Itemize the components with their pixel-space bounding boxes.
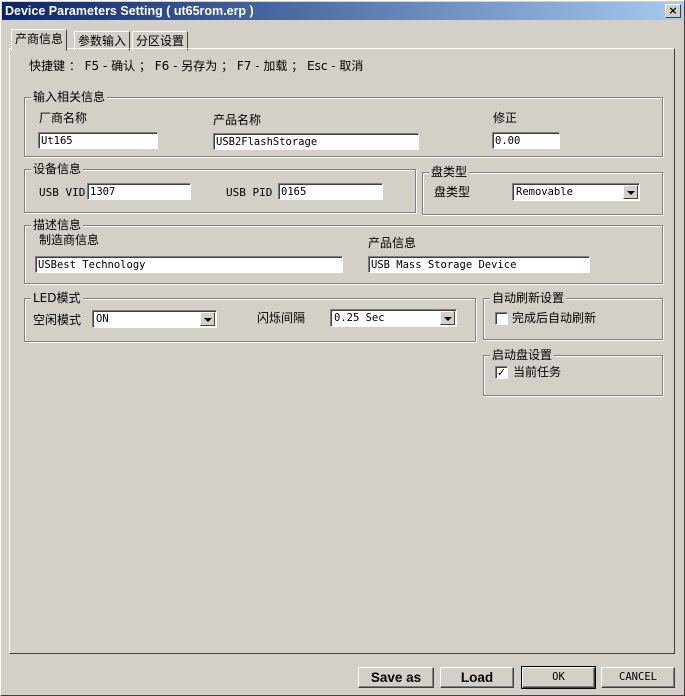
blink-interval-select[interactable]: 0.25 Sec: [330, 309, 457, 327]
idle-mode-label: 空闲模式: [33, 313, 82, 327]
usb-pid-field[interactable]: 0165: [278, 183, 383, 200]
device-info-legend: 设备信息: [31, 162, 84, 176]
chevron-down-icon[interactable]: [623, 185, 638, 199]
idle-mode-select[interactable]: ON: [92, 310, 217, 328]
disk-type-select[interactable]: Removable: [512, 183, 640, 201]
idle-mode-value: ON: [96, 313, 109, 325]
boot-disk-group: 启动盘设置: [483, 348, 663, 396]
disk-type-legend: 盘类型: [429, 165, 470, 179]
product-info-label: 产品信息: [368, 236, 417, 250]
current-task-label: 当前任务: [513, 365, 562, 379]
product-name-label: 产品名称: [213, 113, 262, 127]
vendor-name-label: 厂商名称: [39, 111, 88, 125]
led-mode-legend: LED模式: [31, 291, 83, 305]
chevron-down-icon[interactable]: [200, 312, 215, 326]
load-button[interactable]: Load: [440, 667, 514, 688]
input-info-legend: 输入相关信息: [31, 90, 108, 104]
tab-vendor-info[interactable]: 产商信息: [11, 29, 68, 51]
usb-pid-label: USB PID: [226, 186, 273, 199]
disk-type-value: Removable: [516, 186, 573, 198]
usb-vid-field[interactable]: 1307: [87, 183, 191, 200]
vendor-name-field[interactable]: Ut165: [38, 132, 158, 149]
revision-label: 修正: [493, 111, 518, 125]
auto-refresh-label: 完成后自动刷新: [512, 311, 597, 325]
manufacturer-label: 制造商信息: [39, 233, 100, 247]
blink-interval-label: 闪烁间隔: [257, 311, 306, 325]
auto-refresh-legend: 自动刷新设置: [490, 291, 567, 305]
manufacturer-field[interactable]: USBest Technology: [35, 256, 343, 273]
cancel-button[interactable]: CANCEL: [601, 667, 675, 688]
title-bar[interactable]: Device Parameters Setting ( ut65rom.erp …: [2, 2, 683, 20]
revision-field[interactable]: 0.00: [492, 132, 560, 149]
description-legend: 描述信息: [31, 218, 84, 232]
window-title: Device Parameters Setting ( ut65rom.erp …: [5, 4, 254, 18]
product-name-field[interactable]: USB2FlashStorage: [213, 133, 419, 150]
ok-button-label: OK: [552, 671, 565, 683]
disk-type-label: 盘类型: [434, 185, 471, 199]
close-icon[interactable]: ×: [665, 4, 681, 18]
save-as-button[interactable]: Save as: [358, 667, 434, 688]
boot-disk-legend: 启动盘设置: [490, 348, 555, 362]
description-group: 描述信息: [24, 218, 663, 284]
dialog-window: Device Parameters Setting ( ut65rom.erp …: [0, 0, 685, 696]
shortcut-hint: 快捷键 ： F5 - 确认 ； F6 - 另存为 ； F7 - 加载 ； Esc…: [29, 59, 364, 73]
chevron-down-icon[interactable]: [440, 311, 455, 325]
ok-button[interactable]: OK: [521, 666, 596, 689]
product-info-field[interactable]: USB Mass Storage Device: [368, 256, 590, 273]
usb-vid-label: USB VID: [39, 186, 86, 199]
auto-refresh-checkbox[interactable]: [495, 312, 508, 325]
current-task-checkbox[interactable]: ✓: [495, 366, 508, 379]
blink-interval-value: 0.25 Sec: [334, 312, 385, 324]
